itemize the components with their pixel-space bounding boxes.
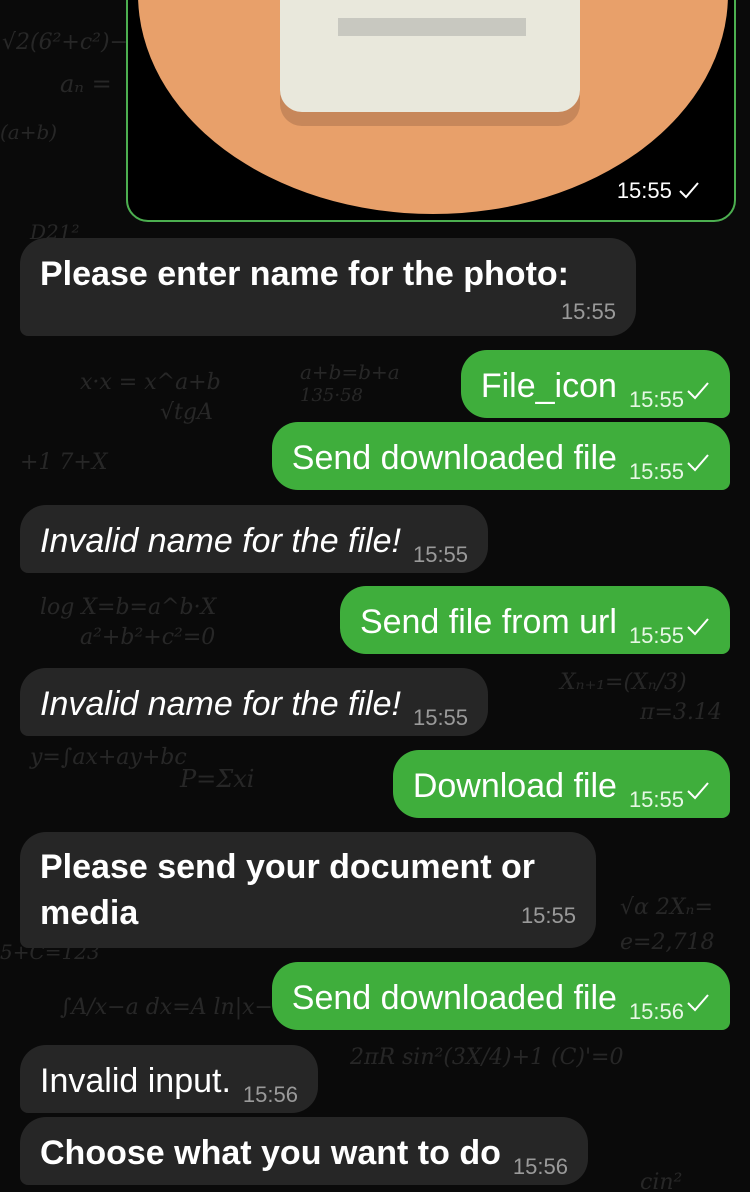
timestamp: 15:55 — [628, 623, 684, 648]
message-text: Invalid input. — [40, 1062, 231, 1100]
message-text: Please send your document or — [40, 848, 536, 886]
timestamp: 15:56 — [242, 1082, 298, 1107]
incoming-message[interactable]: Please send your document or media 15:55 — [20, 832, 596, 948]
background-doodle: 135·58 — [300, 385, 363, 406]
timestamp: 15:55 — [520, 903, 576, 928]
check-icon — [687, 454, 709, 472]
incoming-message[interactable]: Invalid name for the file! 15:55 — [20, 505, 489, 573]
background-doodle: e=2,718 — [620, 930, 715, 955]
timestamp: 15:55 — [616, 178, 672, 203]
background-doodle: ∫A/x−a dx=A ln|x−a| — [60, 995, 294, 1020]
check-icon — [687, 618, 709, 636]
background-doodle: Xₙ₊₁=(Xₙ/3) — [560, 670, 687, 695]
photo-message[interactable]: 15:55 — [126, 0, 736, 222]
background-doodle: +1 7+X — [20, 450, 108, 475]
message-text: Send downloaded file — [291, 979, 617, 1017]
background-doodle: cin² — [640, 1170, 683, 1192]
timestamp: 15:56 — [628, 999, 684, 1024]
background-doodle: 2πR sin²(3X/4)+1 (C)'=0 — [350, 1045, 624, 1070]
incoming-message[interactable]: Please enter name for the photo: 15:55 — [20, 238, 636, 336]
outgoing-message[interactable]: File_icon 15:55 — [460, 350, 730, 418]
message-text: Invalid name for the file! — [40, 522, 401, 560]
background-doodle: π=3.14 — [640, 700, 722, 725]
chat-window[interactable]: √2(6²+c²)−a² aₙ = (a+b) D21² x·x = x^a+b… — [0, 0, 750, 1192]
timestamp: 15:56 — [512, 1154, 568, 1179]
outgoing-message[interactable]: Send downloaded file 15:56 — [271, 962, 730, 1030]
message-text: media — [40, 894, 139, 932]
message-text: Send file from url — [359, 603, 617, 641]
incoming-message[interactable]: Invalid input. 15:56 — [20, 1045, 318, 1113]
photo-card — [280, 0, 580, 112]
background-doodle: (a+b) — [0, 120, 58, 144]
background-doodle: log X=b=a^b·X — [40, 595, 217, 620]
background-doodle: a+b=b+a — [300, 360, 400, 384]
check-icon — [687, 382, 709, 400]
outgoing-message[interactable]: Download file 15:55 — [392, 750, 730, 818]
message-text: File_icon — [480, 367, 617, 405]
photo-timestamp: 15:55 — [617, 178, 700, 204]
timestamp: 15:55 — [412, 542, 469, 567]
background-doodle: P=Σxi — [180, 765, 255, 793]
check-icon — [679, 182, 699, 199]
background-doodle: y=∫ax+ay+bc — [30, 745, 187, 770]
background-doodle: √tgA — [160, 400, 213, 425]
check-icon — [687, 782, 709, 800]
message-text: Download file — [412, 767, 617, 805]
background-doodle: aₙ = — [60, 70, 112, 98]
message-text: Choose what you want to do — [40, 1134, 501, 1172]
timestamp: 15:55 — [560, 299, 616, 324]
timestamp: 15:55 — [628, 459, 684, 484]
timestamp: 15:55 — [628, 387, 684, 412]
timestamp: 15:55 — [412, 705, 469, 730]
message-text: Send downloaded file — [291, 439, 617, 477]
message-text: Invalid name for the file! — [40, 685, 401, 723]
outgoing-message[interactable]: Send file from url 15:55 — [339, 586, 730, 654]
background-doodle: √α 2Xₙ= — [620, 895, 713, 920]
photo-card-line — [338, 18, 526, 36]
message-text: Please enter name for the photo: — [40, 255, 569, 293]
incoming-message[interactable]: Invalid name for the file! 15:55 — [20, 668, 489, 736]
background-doodle: a²+b²+c²=0 — [80, 625, 216, 650]
outgoing-message[interactable]: Send downloaded file 15:55 — [271, 422, 730, 490]
check-icon — [687, 994, 709, 1012]
background-doodle: x·x = x^a+b — [80, 370, 221, 395]
timestamp: 15:55 — [628, 787, 684, 812]
incoming-message[interactable]: Choose what you want to do 15:56 — [20, 1117, 588, 1185]
